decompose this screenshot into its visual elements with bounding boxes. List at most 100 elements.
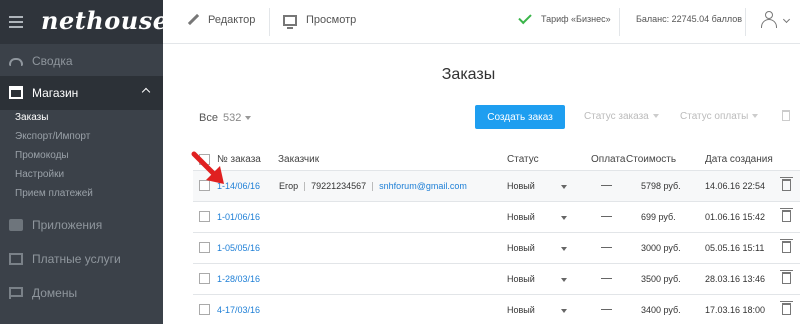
column-header[interactable]: Стоимость bbox=[626, 154, 676, 165]
caret-down-icon bbox=[752, 114, 759, 119]
preview-button[interactable]: Просмотр bbox=[283, 14, 356, 29]
annotation-arrow-icon bbox=[191, 151, 224, 184]
row-checkbox[interactable] bbox=[199, 273, 210, 284]
sidebar-subitem-settings[interactable]: Настройки bbox=[15, 169, 64, 180]
row-checkbox[interactable] bbox=[199, 242, 210, 253]
sidebar-subitem-promocodes[interactable]: Промокоды bbox=[15, 150, 69, 161]
sidebar-item-label: Сводка bbox=[32, 54, 73, 68]
sidebar-item-label: Магазин bbox=[32, 86, 79, 100]
tariff-link[interactable]: Тариф «Бизнес» bbox=[518, 10, 611, 24]
trash-icon[interactable] bbox=[782, 110, 790, 121]
trash-icon[interactable] bbox=[780, 270, 793, 284]
filter-count: 532 bbox=[223, 112, 242, 124]
main-content: Заказы Все 532 Создать заказ Статус зака… bbox=[163, 44, 800, 324]
cost-value: 3500 руб. bbox=[641, 274, 681, 284]
payment-dash bbox=[601, 278, 612, 279]
filter-count-dropdown[interactable]: 532 bbox=[223, 112, 252, 124]
sidebar-item-label: Домены bbox=[32, 286, 78, 300]
balance-label: Баланс: 22745.04 баллов bbox=[636, 14, 743, 24]
tariff-label: Тариф «Бизнес» bbox=[541, 14, 611, 24]
trash-icon[interactable] bbox=[780, 301, 793, 315]
table-row[interactable]: 1-01/06/16 Новый 699 руб. 01.06.16 15:42 bbox=[193, 201, 800, 232]
editor-button[interactable]: Редактор bbox=[187, 14, 255, 26]
sidebar-item-label: Платные услуги bbox=[32, 252, 121, 266]
table-row[interactable]: 1-05/05/16 Новый 3000 руб. 05.05.16 15:1… bbox=[193, 232, 800, 263]
table-row[interactable]: 1-14/06/16 Егор 79221234567 snhforum@gmail… bbox=[193, 170, 800, 201]
cost-value: 3000 руб. bbox=[641, 243, 681, 253]
table-row[interactable]: 4-17/03/16 Новый 3400 руб. 17.03.16 18:0… bbox=[193, 294, 800, 324]
date-value: 14.06.16 22:54 bbox=[705, 181, 766, 191]
table-header: № заказа Заказчик Статус Оплата Стоимост… bbox=[193, 150, 800, 170]
flag-icon bbox=[9, 287, 23, 299]
caret-down-icon bbox=[652, 114, 659, 119]
order-status-filter[interactable]: Статус заказа bbox=[584, 111, 659, 122]
column-header[interactable]: Дата создания bbox=[705, 154, 773, 165]
row-checkbox[interactable] bbox=[199, 304, 210, 315]
logo[interactable]: nethouse bbox=[41, 6, 169, 35]
trash-icon[interactable] bbox=[780, 177, 793, 191]
sidebar-subitem-payments[interactable]: Прием платежей bbox=[15, 188, 93, 199]
caret-down-icon bbox=[245, 116, 252, 121]
create-order-button[interactable]: Создать заказ bbox=[475, 105, 565, 129]
caret-down-icon[interactable] bbox=[561, 309, 567, 313]
row-checkbox[interactable] bbox=[199, 211, 210, 222]
sidebar-item-label: Приложения bbox=[32, 218, 103, 232]
sidebar-item-domains[interactable]: Домены bbox=[0, 276, 163, 310]
caret-down-icon[interactable] bbox=[561, 185, 567, 189]
menu-icon[interactable] bbox=[9, 16, 23, 28]
user-icon[interactable] bbox=[761, 11, 777, 29]
payment-status-filter-label: Статус оплаты bbox=[680, 111, 749, 122]
cost-value: 699 руб. bbox=[641, 212, 676, 222]
payment-dash bbox=[601, 247, 612, 248]
user-icon-body bbox=[761, 19, 777, 28]
status-dropdown[interactable]: Новый bbox=[507, 274, 535, 284]
status-dropdown[interactable]: Новый bbox=[507, 305, 535, 315]
user-icon-head bbox=[765, 11, 773, 19]
pencil-icon bbox=[187, 14, 199, 26]
customer-email-link[interactable]: snhforum@gmail.com bbox=[379, 181, 467, 191]
caret-down-icon[interactable] bbox=[561, 278, 567, 282]
divider bbox=[372, 182, 374, 192]
order-number-link[interactable]: 1-28/03/16 bbox=[217, 274, 260, 284]
customer-phone: 79221234567 bbox=[311, 181, 367, 191]
caret-down-icon[interactable] bbox=[561, 247, 567, 251]
trash-icon[interactable] bbox=[780, 208, 793, 222]
divider bbox=[619, 8, 620, 36]
order-number-link[interactable]: 1-05/05/16 bbox=[217, 243, 260, 253]
check-icon bbox=[518, 10, 532, 24]
top-bar: Редактор Просмотр Тариф «Бизнес» Баланс:… bbox=[163, 0, 800, 44]
shop-icon bbox=[9, 85, 23, 99]
status-dropdown[interactable]: Новый bbox=[507, 212, 535, 222]
divider bbox=[304, 182, 306, 192]
order-number-link[interactable]: 1-01/06/16 bbox=[217, 212, 260, 222]
trash-icon[interactable] bbox=[780, 239, 793, 253]
puzzle-icon bbox=[9, 219, 23, 231]
customer-cell: Егор 79221234567 snhforum@gmail.com bbox=[279, 181, 467, 192]
sidebar: nethouse Сводка Магазин Заказы Экспорт/И… bbox=[0, 0, 168, 324]
column-header[interactable]: Статус bbox=[507, 154, 539, 165]
table-row[interactable]: 1-28/03/16 Новый 3500 руб. 28.03.16 13:4… bbox=[193, 263, 800, 294]
status-dropdown[interactable]: Новый bbox=[507, 243, 535, 253]
payment-dash bbox=[601, 216, 612, 217]
payment-dash bbox=[601, 309, 612, 310]
chevron-down-icon[interactable] bbox=[782, 15, 791, 24]
sidebar-subitem-export-import[interactable]: Экспорт/Импорт bbox=[15, 131, 90, 142]
status-dropdown[interactable]: Новый bbox=[507, 181, 535, 191]
balance-link[interactable]: Баланс: 22745.04 баллов bbox=[636, 14, 742, 24]
date-value: 28.03.16 13:46 bbox=[705, 274, 766, 284]
order-number-link[interactable]: 4-17/03/16 bbox=[217, 305, 260, 315]
column-header: Заказчик bbox=[278, 154, 320, 165]
date-value: 17.03.16 18:00 bbox=[705, 305, 766, 315]
payment-status-filter[interactable]: Статус оплаты bbox=[680, 111, 759, 122]
editor-label: Редактор bbox=[208, 14, 256, 26]
caret-down-icon[interactable] bbox=[561, 216, 567, 220]
sidebar-header: nethouse bbox=[0, 0, 168, 44]
filter-all[interactable]: Все bbox=[199, 112, 218, 124]
sidebar-item-apps[interactable]: Приложения bbox=[0, 208, 163, 242]
cost-value: 3400 руб. bbox=[641, 305, 681, 315]
column-header[interactable]: Оплата bbox=[591, 154, 625, 165]
card-icon bbox=[9, 253, 23, 265]
sidebar-subitem-orders[interactable]: Заказы bbox=[15, 112, 48, 123]
sidebar-item-paid-services[interactable]: Платные услуги bbox=[0, 242, 163, 276]
monitor-icon bbox=[283, 14, 297, 29]
